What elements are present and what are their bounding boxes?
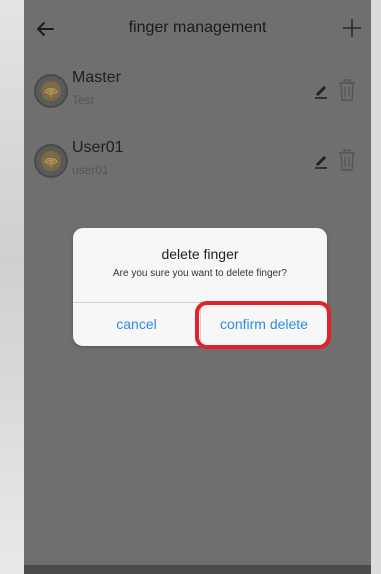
page-title: finger management	[128, 19, 267, 36]
dialog-message: Are you sure you want to delete finger?	[113, 268, 287, 279]
finger-name: User01	[72, 139, 124, 156]
top-bar: finger management	[24, 0, 371, 58]
finger-subtitle: user01	[72, 163, 109, 177]
trash-icon[interactable]	[336, 78, 358, 102]
fingerprint-icon	[34, 144, 68, 178]
fingerprint-icon	[34, 74, 68, 108]
edit-icon[interactable]	[313, 153, 329, 169]
phone-bottom-edge	[24, 565, 371, 574]
plus-icon[interactable]	[341, 17, 363, 39]
phone-screen: finger management Master Test User01 use…	[24, 0, 371, 565]
background-right	[371, 0, 381, 574]
trash-icon[interactable]	[336, 148, 358, 172]
list-item[interactable]: Master Test	[24, 64, 371, 124]
confirm-delete-button[interactable]: confirm delete	[201, 303, 327, 346]
delete-dialog: delete finger Are you sure you want to d…	[73, 228, 327, 346]
finger-subtitle: Test	[72, 93, 95, 107]
background-left	[0, 0, 24, 574]
finger-name: Master	[72, 69, 121, 86]
edit-icon[interactable]	[313, 83, 329, 99]
list-item[interactable]: User01 user01	[24, 134, 371, 194]
cancel-button[interactable]: cancel	[73, 303, 200, 346]
dialog-title: delete finger	[161, 246, 239, 262]
